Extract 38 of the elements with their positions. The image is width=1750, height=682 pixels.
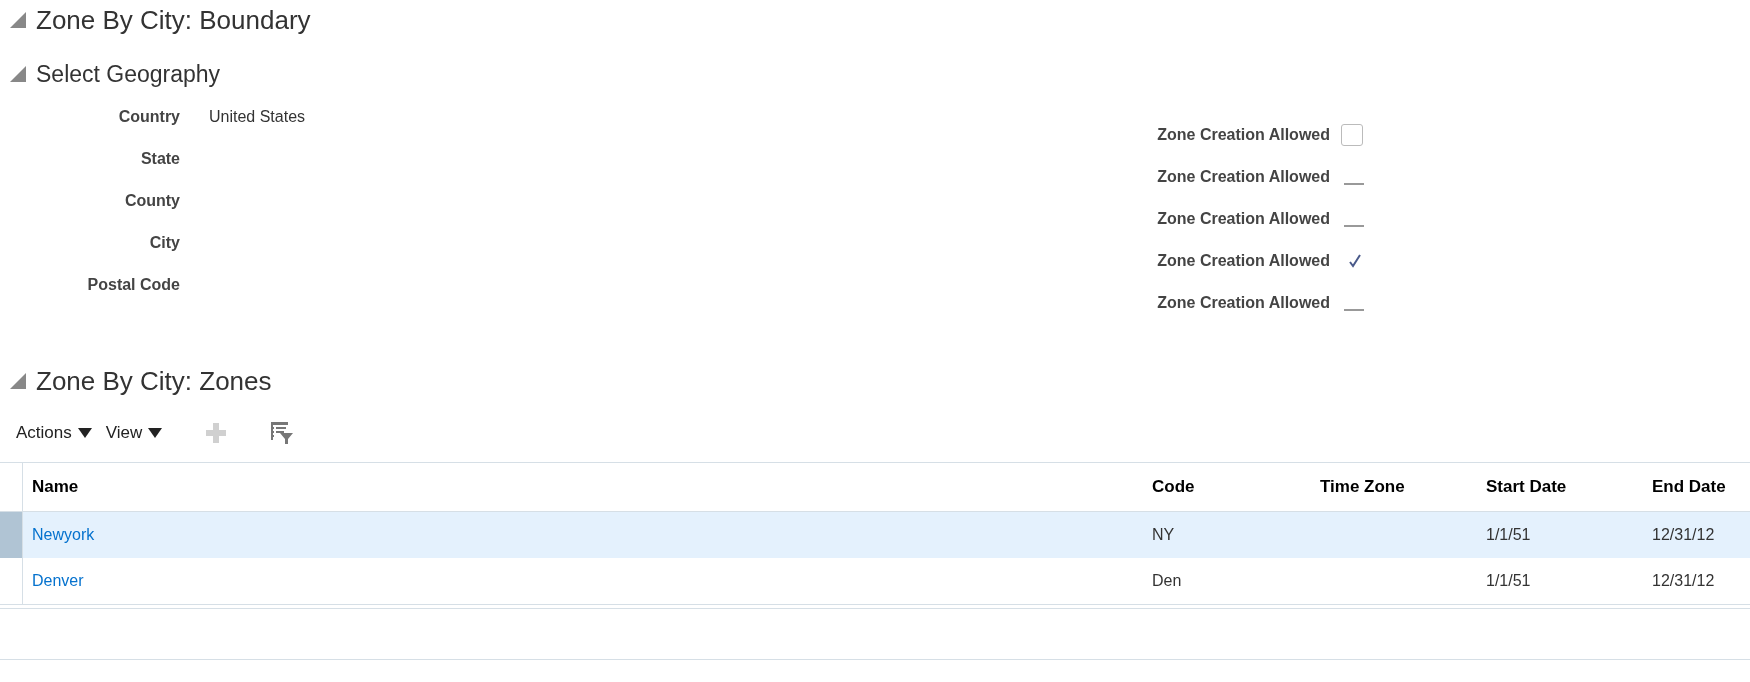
section-title: Zone By City: Zones (36, 365, 272, 397)
menu-button[interactable]: Actions (16, 423, 92, 443)
field-label: Postal Code (86, 276, 180, 294)
filter-icon[interactable] (270, 421, 295, 445)
name-link[interactable]: Newyork (32, 526, 95, 544)
collapse-icon[interactable] (10, 66, 26, 82)
collapse-icon[interactable] (10, 373, 26, 389)
table-row[interactable]: Denver Den 1/1/51 12/31/12 (0, 558, 1750, 604)
column-header: Start Date (1485, 476, 1568, 498)
field-label: Zone Creation Allowed (1156, 126, 1330, 144)
checkbox[interactable] (1341, 124, 1363, 146)
field-label: Zone Creation Allowed (1156, 210, 1330, 228)
field-label: Zone Creation Allowed (1156, 168, 1330, 186)
column-header: End Date (1651, 476, 1727, 498)
field-label: State (139, 150, 180, 168)
column-header: Time Zone (1319, 476, 1406, 498)
table-cell: 1/1/51 (1486, 526, 1531, 544)
field-label: County (123, 192, 180, 210)
field-label: Zone Creation Allowed (1156, 252, 1330, 270)
name-link[interactable]: Denver (32, 572, 84, 590)
field-label: Country (117, 108, 180, 126)
collapse-icon[interactable] (10, 12, 26, 28)
menu-button[interactable]: View (105, 423, 163, 443)
caret-icon (148, 428, 163, 438)
table-row[interactable]: Newyork NY 1/1/51 12/31/12 (0, 512, 1750, 558)
caret-icon (77, 428, 92, 438)
field-value: United States (209, 108, 306, 126)
table-cell: Den (1152, 572, 1182, 590)
column-header: Code (1151, 476, 1196, 498)
table-cell: 1/1/51 (1486, 572, 1531, 590)
table-cell: NY (1152, 526, 1175, 544)
column-header: Name (31, 476, 80, 498)
field-label: Zone Creation Allowed (1156, 294, 1330, 312)
section-title: Zone By City: Boundary (36, 4, 311, 36)
section-title: Select Geography (36, 60, 221, 88)
table-cell: 12/31/12 (1652, 526, 1715, 544)
table-cell: 12/31/12 (1652, 572, 1715, 590)
field-label: City (148, 234, 180, 252)
